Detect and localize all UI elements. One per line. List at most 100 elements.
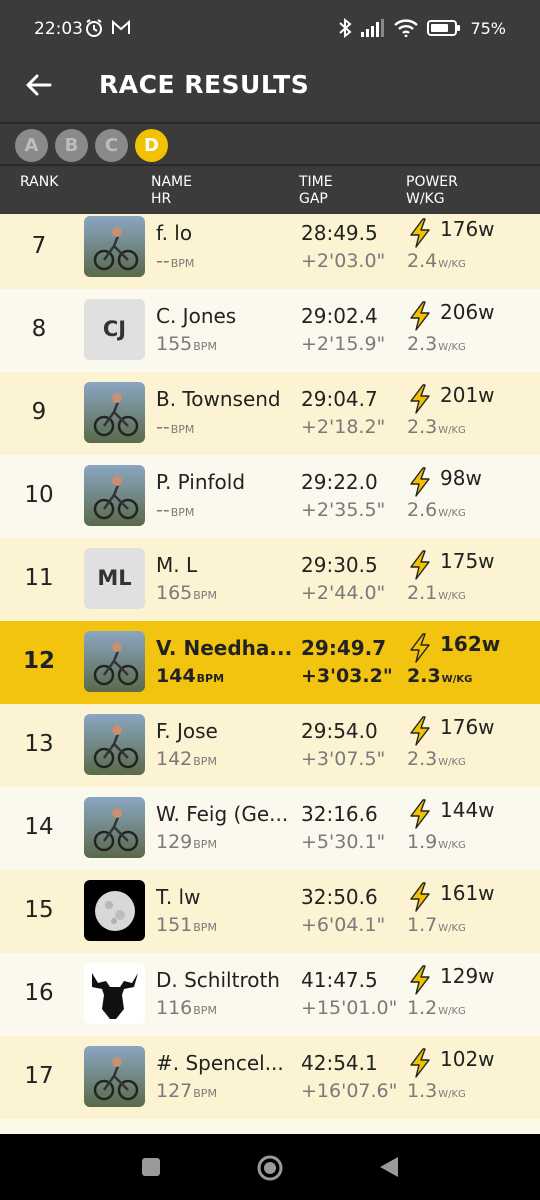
alarm-icon <box>86 19 102 37</box>
rider-name[interactable]: f. lo <box>156 221 296 245</box>
screen: 22:03 75% RACE RESULTS A B C D RANK NAME… <box>0 0 540 1200</box>
column-headers: RANK NAME HR TIME GAP POWER W/KG <box>0 166 540 214</box>
system-nav-bar <box>0 1134 540 1200</box>
power-value: 206w <box>440 300 495 324</box>
result-row[interactable]: 15 T. lw 151BPM 32:50.6 +6'04.1" 161w 1.7W/KG <box>0 870 540 953</box>
power-value: 144w <box>440 798 495 822</box>
time-gap: +5'30.1" <box>301 831 386 853</box>
header-time-gap[interactable]: TIME GAP <box>299 174 333 208</box>
finish-time: 42:54.1 <box>301 1051 378 1075</box>
rider-avatar[interactable]: ML <box>84 548 145 609</box>
result-row[interactable]: 9 B. Townsend --BPM 29:04.7 +2'18.2" 201w 2.3W… <box>0 372 540 455</box>
result-row[interactable]: 8 CJ C. Jones 155BPM 29:02.4 +2'15.9" 206w 2.3W… <box>0 289 540 372</box>
rider-name[interactable]: M. L <box>156 553 296 577</box>
category-a-button[interactable]: A <box>15 129 48 162</box>
wifi-icon <box>394 19 419 37</box>
rank-value: 9 <box>31 399 47 425</box>
heart-rate: 127BPM <box>156 1080 217 1102</box>
category-d-button[interactable]: D <box>135 129 168 162</box>
app-bar: RACE RESULTS <box>0 46 540 122</box>
time-gap: +2'03.0" <box>301 250 386 272</box>
rider-avatar[interactable] <box>84 216 145 277</box>
power-value: 161w <box>440 881 495 905</box>
rider-avatar[interactable] <box>84 963 145 1024</box>
power-value: 102w <box>440 1047 495 1071</box>
rider-name[interactable]: F. Jose <box>156 719 296 743</box>
lightning-bolt-icon <box>410 882 430 912</box>
time-gap: +6'04.1" <box>301 914 386 936</box>
back-button[interactable] <box>378 1155 400 1179</box>
rider-name[interactable]: #. Spencel... <box>156 1051 296 1075</box>
rider-avatar[interactable] <box>84 382 145 443</box>
result-row[interactable]: 7 f. lo --BPM 28:49.5 +2'03.0" 176w 2.4W/KG <box>0 214 540 289</box>
lightning-bolt-icon <box>410 218 430 248</box>
power-value: 175w <box>440 549 495 573</box>
back-arrow-icon[interactable] <box>24 70 54 100</box>
time-gap: +2'15.9" <box>301 333 386 355</box>
rider-name[interactable]: V. Needha... <box>156 636 296 660</box>
rank-value: 14 <box>24 814 54 840</box>
watts-per-kg: 1.9W/KG <box>407 831 466 853</box>
time-gap: +2'35.5" <box>301 499 386 521</box>
watts-per-kg: 2.3W/KG <box>407 665 473 687</box>
watts-per-kg: 1.7W/KG <box>407 914 466 936</box>
rider-name[interactable]: B. Townsend <box>156 387 296 411</box>
rider-avatar[interactable] <box>84 465 145 526</box>
result-row[interactable]: 17 #. Spencel... 127BPM 42:54.1 +16'07.6" 102… <box>0 1036 540 1119</box>
lightning-bolt-icon <box>410 550 430 580</box>
page-title: RACE RESULTS <box>99 70 310 99</box>
lightning-bolt-icon <box>410 467 430 497</box>
watts-per-kg: 1.3W/KG <box>407 1080 466 1102</box>
rank-value: 16 <box>24 980 54 1006</box>
power-value: 162w <box>440 632 501 656</box>
result-row[interactable]: 10 P. Pinfold --BPM 29:22.0 +2'35.5" 98w 2.6W/… <box>0 455 540 538</box>
rank-value: 10 <box>24 482 54 508</box>
category-b-button[interactable]: B <box>55 129 88 162</box>
category-c-button[interactable]: C <box>95 129 128 162</box>
rider-avatar[interactable] <box>84 631 145 692</box>
rider-name[interactable]: P. Pinfold <box>156 470 296 494</box>
time-gap: +2'18.2" <box>301 416 386 438</box>
finish-time: 32:50.6 <box>301 885 378 909</box>
rider-name[interactable]: W. Feig (Ge... <box>156 802 296 826</box>
rank-value: 8 <box>31 316 47 342</box>
rider-avatar[interactable] <box>84 797 145 858</box>
rider-avatar[interactable] <box>84 880 145 941</box>
rank-value: 7 <box>31 233 47 259</box>
watts-per-kg: 2.1W/KG <box>407 582 466 604</box>
finish-time: 32:16.6 <box>301 802 378 826</box>
heart-rate: 142BPM <box>156 748 217 770</box>
finish-time: 28:49.5 <box>301 221 378 245</box>
status-time: 22:03 <box>34 19 83 39</box>
rider-avatar[interactable]: CJ <box>84 299 145 360</box>
time-gap: +3'03.2" <box>301 665 393 687</box>
rider-name[interactable]: C. Jones <box>156 304 296 328</box>
result-row[interactable]: 11 ML M. L 165BPM 29:30.5 +2'44.0" 175w 2.1W/KG <box>0 538 540 621</box>
rider-name[interactable]: T. lw <box>156 885 296 909</box>
header-power-wkg[interactable]: POWER W/KG <box>406 174 458 208</box>
lightning-bolt-icon <box>410 301 430 331</box>
watts-per-kg: 2.3W/KG <box>407 333 466 355</box>
heart-rate: 151BPM <box>156 914 217 936</box>
heart-rate: --BPM <box>156 416 195 438</box>
heart-rate: 116BPM <box>156 997 217 1019</box>
lightning-bolt-icon <box>410 716 430 746</box>
result-row[interactable]: 16 D. Schiltroth 116BPM 41:47.5 +15'01.0" 129… <box>0 953 540 1036</box>
result-row[interactable]: 13 F. Jose 142BPM 29:54.0 +3'07.5" 176w 2.3W/K… <box>0 704 540 787</box>
recent-apps-button[interactable] <box>141 1157 161 1177</box>
header-rank[interactable]: RANK <box>20 174 58 191</box>
lightning-bolt-icon <box>410 633 430 663</box>
home-button[interactable] <box>256 1154 284 1182</box>
watts-per-kg: 1.2W/KG <box>407 997 466 1019</box>
result-row[interactable]: 14 W. Feig (Ge... 129BPM 32:16.6 +5'30.1" 144… <box>0 787 540 870</box>
rider-avatar[interactable] <box>84 714 145 775</box>
finish-time: 41:47.5 <box>301 968 378 992</box>
header-name-hr[interactable]: NAME HR <box>151 174 192 208</box>
power-value: 98w <box>440 466 482 490</box>
rank-value: 17 <box>24 1063 54 1089</box>
rider-name[interactable]: D. Schiltroth <box>156 968 296 992</box>
result-row[interactable]: 12 V. Needha... 144BPM 29:49.7 +3'03.2" 162w 2… <box>0 621 540 704</box>
results-list[interactable]: 7 f. lo --BPM 28:49.5 +2'03.0" 176w 2.4W/KG 8 CJ… <box>0 214 540 1134</box>
lightning-bolt-icon <box>410 799 430 829</box>
rider-avatar[interactable] <box>84 1046 145 1107</box>
